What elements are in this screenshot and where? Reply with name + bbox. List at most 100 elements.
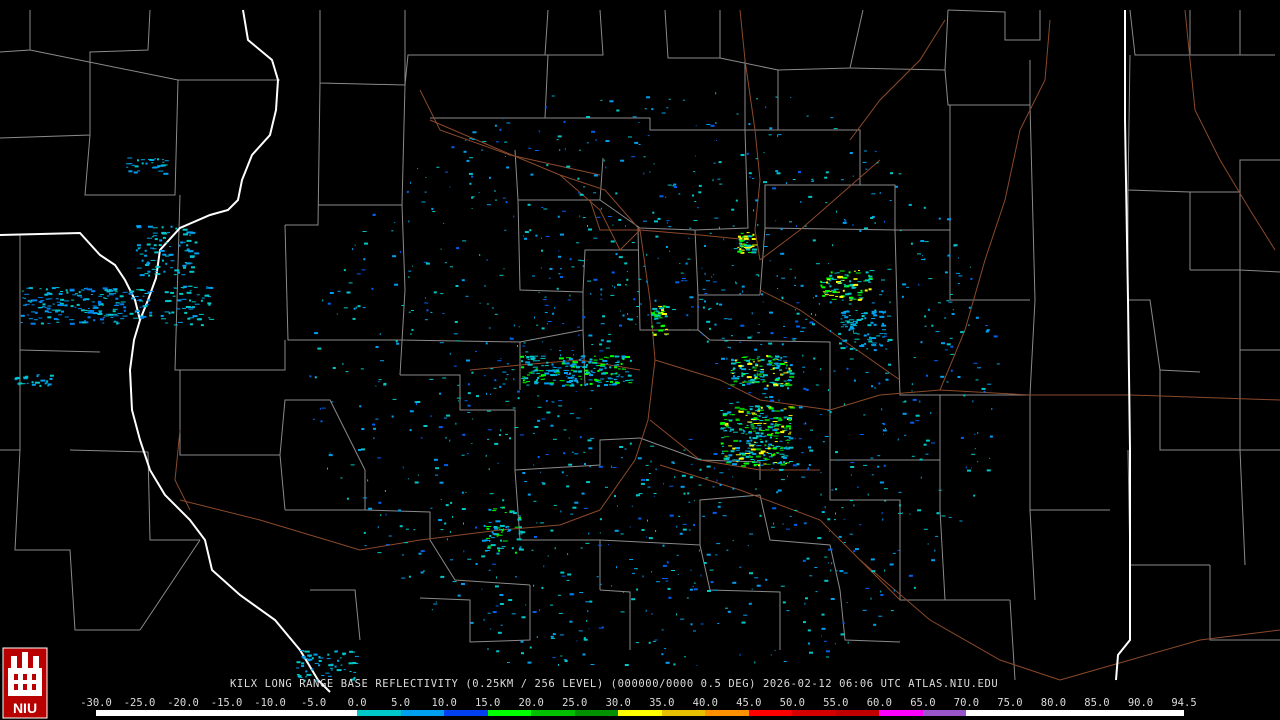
radar-echo	[318, 664, 321, 667]
radar-echo	[345, 371, 349, 373]
radar-echo	[408, 220, 410, 223]
radar-echo	[93, 319, 96, 322]
radar-echo	[753, 374, 756, 377]
radar-echo	[796, 325, 801, 328]
radar-echo	[852, 224, 854, 226]
radar-echo	[700, 623, 704, 625]
radar-echo	[509, 337, 514, 340]
radar-echo	[141, 162, 144, 165]
radar-echo	[745, 414, 748, 416]
radar-echo	[487, 612, 491, 614]
radar-echo	[840, 179, 844, 181]
radar-echo	[550, 529, 554, 532]
radar-echo	[418, 552, 422, 555]
radar-echo	[989, 435, 993, 438]
radar-echo	[176, 308, 181, 310]
radar-echo	[588, 628, 590, 630]
radar-echo	[484, 550, 488, 552]
radar-echo	[665, 661, 670, 664]
radar-echo	[746, 152, 749, 155]
radar-echo	[830, 569, 832, 572]
radar-echo	[758, 373, 764, 375]
radar-echo	[742, 409, 748, 411]
radar-echo	[825, 171, 829, 174]
radar-echo	[546, 164, 549, 167]
radar-echo	[651, 612, 653, 615]
radar-echo	[164, 242, 168, 244]
radar-echo	[810, 429, 813, 431]
radar-echo	[709, 327, 711, 330]
radar-echo	[668, 226, 672, 228]
radar-echo	[483, 618, 485, 621]
radar-echo	[926, 374, 928, 377]
radar-echo	[60, 298, 65, 301]
radar-echo	[410, 333, 412, 335]
radar-echo	[486, 259, 488, 261]
radar-echo	[789, 461, 793, 462]
scale-swatch	[1096, 710, 1141, 716]
radar-echo	[915, 420, 920, 422]
radar-echo	[730, 428, 735, 431]
radar-echo	[565, 365, 569, 367]
radar-echo	[878, 615, 883, 617]
radar-echo	[731, 414, 735, 416]
radar-echo	[719, 484, 722, 486]
radar-echo	[752, 461, 758, 463]
radar-echo	[826, 656, 829, 658]
radar-echo	[825, 290, 831, 292]
radar-echo	[61, 304, 66, 306]
radar-echo	[98, 295, 103, 297]
radar-echo	[763, 454, 766, 457]
radar-echo	[739, 428, 742, 430]
radar-echo	[947, 218, 951, 221]
radar-echo	[679, 263, 681, 264]
radar-echo	[433, 291, 437, 294]
radar-echo	[853, 270, 856, 272]
radar-echo	[749, 533, 754, 535]
radar-echo	[598, 627, 603, 629]
radar-echo	[873, 623, 877, 626]
radar-echo	[117, 322, 120, 324]
radar-echo	[741, 432, 745, 434]
radar-echo	[380, 360, 384, 362]
radar-echo	[767, 447, 771, 450]
radar-echo	[416, 401, 421, 403]
radar-echo	[842, 276, 848, 279]
radar-echo	[461, 491, 464, 494]
radar-echo	[317, 347, 322, 350]
radar-echo	[835, 451, 838, 454]
radar-echo	[683, 492, 686, 495]
radar-echo	[667, 184, 672, 186]
radar-echo	[705, 477, 709, 479]
radar-echo	[548, 277, 551, 279]
radar-echo	[732, 540, 734, 542]
radar-echo	[824, 506, 826, 509]
radar-echo	[173, 287, 176, 289]
radar-echo	[991, 408, 993, 410]
scale-label: -10.0	[254, 697, 286, 709]
radar-echo	[443, 222, 445, 224]
radar-echo	[606, 363, 609, 365]
radar-echo	[611, 271, 615, 274]
radar-echo	[849, 280, 852, 283]
scale-label: 65.0	[910, 697, 936, 709]
radar-echo	[887, 339, 893, 341]
radar-echo	[804, 225, 807, 227]
radar-echo	[882, 313, 884, 315]
radar-echo	[133, 171, 138, 174]
radar-echo	[625, 371, 629, 373]
radar-echo	[866, 348, 869, 350]
radar-echo	[746, 359, 750, 362]
radar-echo	[593, 192, 597, 194]
radar-echo	[779, 468, 783, 471]
radar-echo	[989, 457, 991, 459]
radar-echo	[604, 384, 608, 386]
radar-echo	[189, 299, 191, 302]
radar-echo	[908, 574, 913, 577]
radar-echo	[450, 501, 453, 504]
radar-echo	[703, 562, 707, 564]
radar-echo	[867, 333, 870, 336]
radar-echo	[769, 311, 773, 314]
radar-echo	[659, 329, 665, 331]
radar-echo	[206, 286, 209, 288]
